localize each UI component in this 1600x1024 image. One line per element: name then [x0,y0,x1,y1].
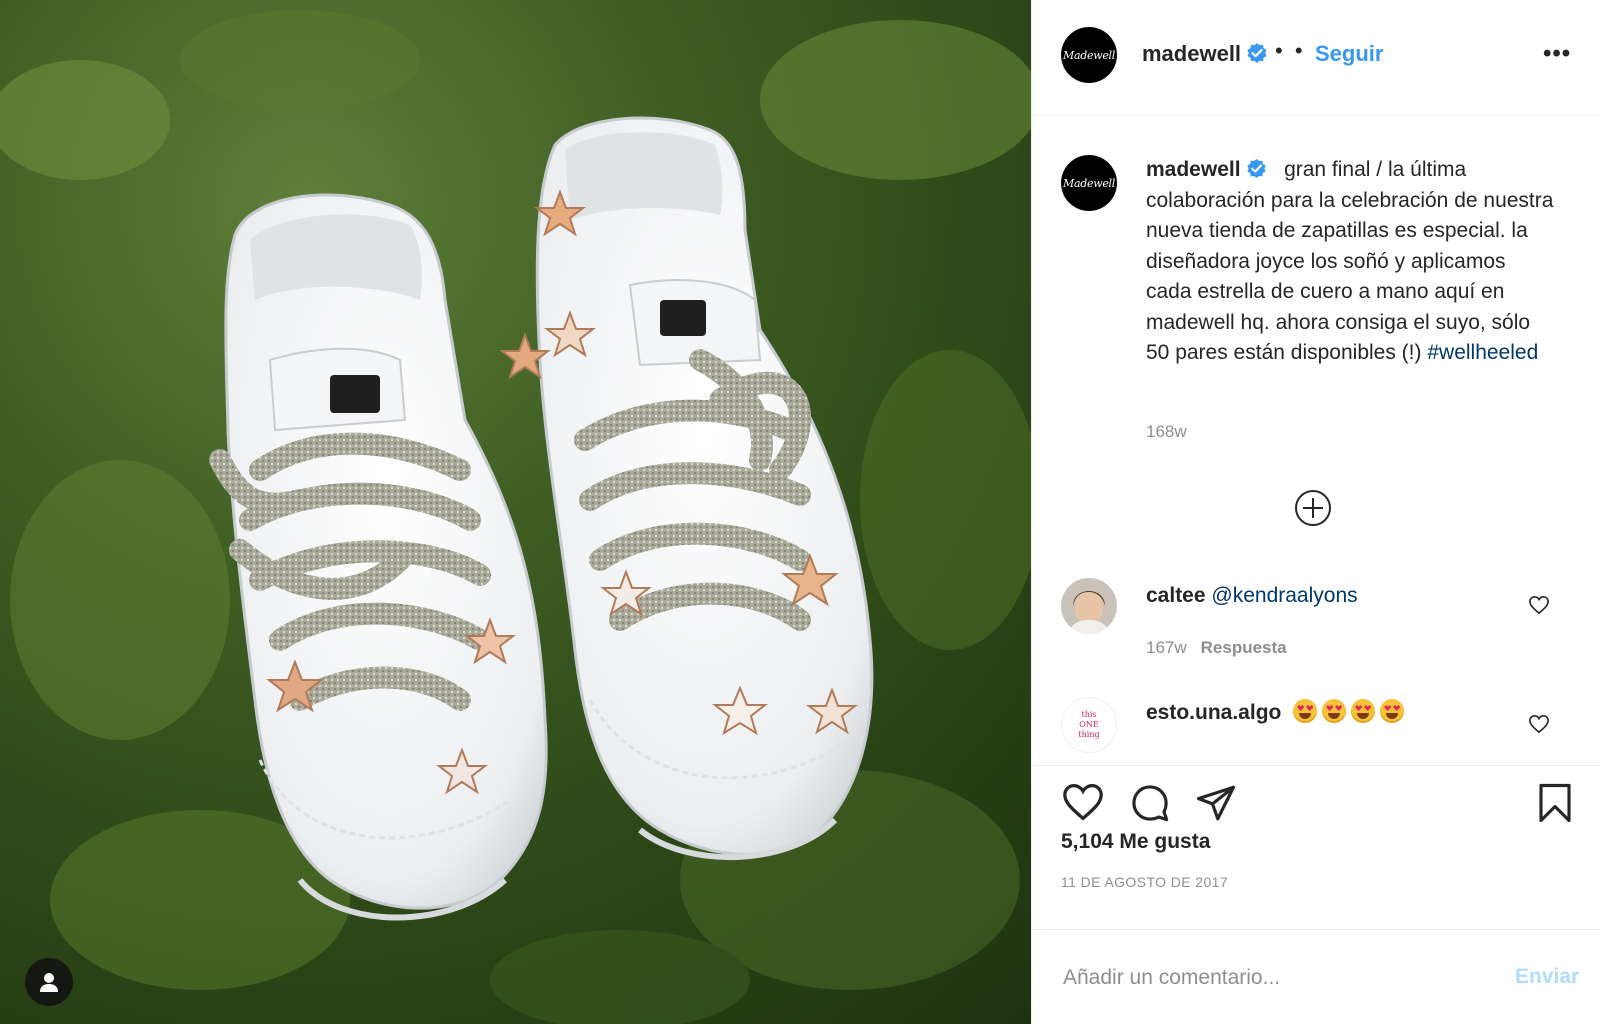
caption-hashtag-link[interactable]: #wellheeled [1427,341,1538,364]
caption-timestamp[interactable]: 168w [1146,422,1187,442]
post-header: Madewell madewell • • Seguir ••• [1032,0,1600,116]
user-tag-icon [40,973,58,992]
likes-count[interactable]: 5,104 Me gusta [1061,830,1210,854]
reply-button[interactable]: Respuesta [1201,638,1287,657]
avatar-word: this [1081,710,1097,719]
verified-badge-icon [1246,158,1266,179]
comment-timestamp[interactable]: 167w [1146,638,1187,657]
bookmark-icon[interactable] [1536,782,1574,824]
user-tag-button[interactable] [25,958,73,1006]
post-date[interactable]: 11 DE AGOSTO DE 2017 [1061,874,1228,890]
comment-input[interactable] [1061,960,1485,996]
avatar-word: thing [1078,730,1100,739]
avatar-wordmark: Madewell [1063,176,1115,190]
caption-username[interactable]: madewell [1146,158,1267,181]
commenter-avatar-wordmark: this ONE thing [1062,698,1116,740]
instagram-post: Madewell madewell • • Seguir ••• Madewel… [0,0,1600,1024]
sneakers-on-grass-image [0,10,1031,1024]
caption-author-avatar[interactable]: Madewell [1061,155,1117,211]
caption-username-text: madewell [1146,158,1241,181]
comment-heart-icon[interactable] [1528,595,1550,615]
post-side-panel: Madewell madewell • • Seguir ••• Madewel… [1031,0,1600,1024]
heart-icon[interactable] [1061,782,1105,822]
author-avatar[interactable]: Madewell [1061,27,1117,83]
paper-plane-icon[interactable] [1195,782,1237,824]
comment-heart-icon[interactable] [1528,714,1550,734]
avatar-wordmark: Madewell [1063,48,1115,62]
heart-eyes-emoji-icon [1293,699,1318,723]
plus-circle-icon[interactable] [1294,489,1332,527]
post-photo[interactable] [0,0,1031,1024]
commenter-username[interactable]: esto.una.algo [1146,701,1281,724]
post-caption: madewell gran final / la última colabora… [1146,155,1556,369]
author-username[interactable]: madewell [1142,41,1268,67]
post-actions: 5,104 Me gusta 11 DE AGOSTO DE 2017 [1032,765,1600,929]
comment-text: caltee @kendraalyons [1146,584,1358,608]
verified-badge-icon [1247,43,1267,63]
comment-bubble-icon[interactable] [1129,782,1171,824]
commenter-avatar[interactable] [1061,578,1117,634]
right-sneaker [535,116,874,861]
avatar-word: ONE [1079,720,1099,729]
send-comment-button[interactable]: Enviar [1515,965,1579,989]
commenter-username[interactable]: caltee [1146,584,1206,607]
emoji-group [1293,699,1409,724]
heart-eyes-emoji-icon [1380,699,1405,723]
grass-texture [0,10,1031,1024]
commenter-photo [1061,578,1117,634]
comment-mention-link[interactable]: @kendraalyons [1211,584,1357,607]
heart-eyes-emoji-icon [1322,699,1347,723]
commenter-avatar[interactable]: this ONE thing [1061,697,1117,753]
comment-meta: 167w Respuesta [1146,638,1287,658]
heart-eyes-emoji-icon [1351,699,1376,723]
follow-button[interactable]: Seguir [1315,41,1383,67]
add-comment-bar: Enviar [1032,929,1600,1024]
comment-text: esto.una.algo [1146,699,1409,725]
comments-section[interactable]: Madewell madewell gran final / la última… [1032,117,1600,765]
author-username-text: madewell [1142,41,1242,66]
more-options-icon[interactable]: ••• [1543,40,1571,68]
caption-body: gran final / la última colaboración para… [1146,158,1554,364]
header-separator: • • [1275,38,1306,63]
